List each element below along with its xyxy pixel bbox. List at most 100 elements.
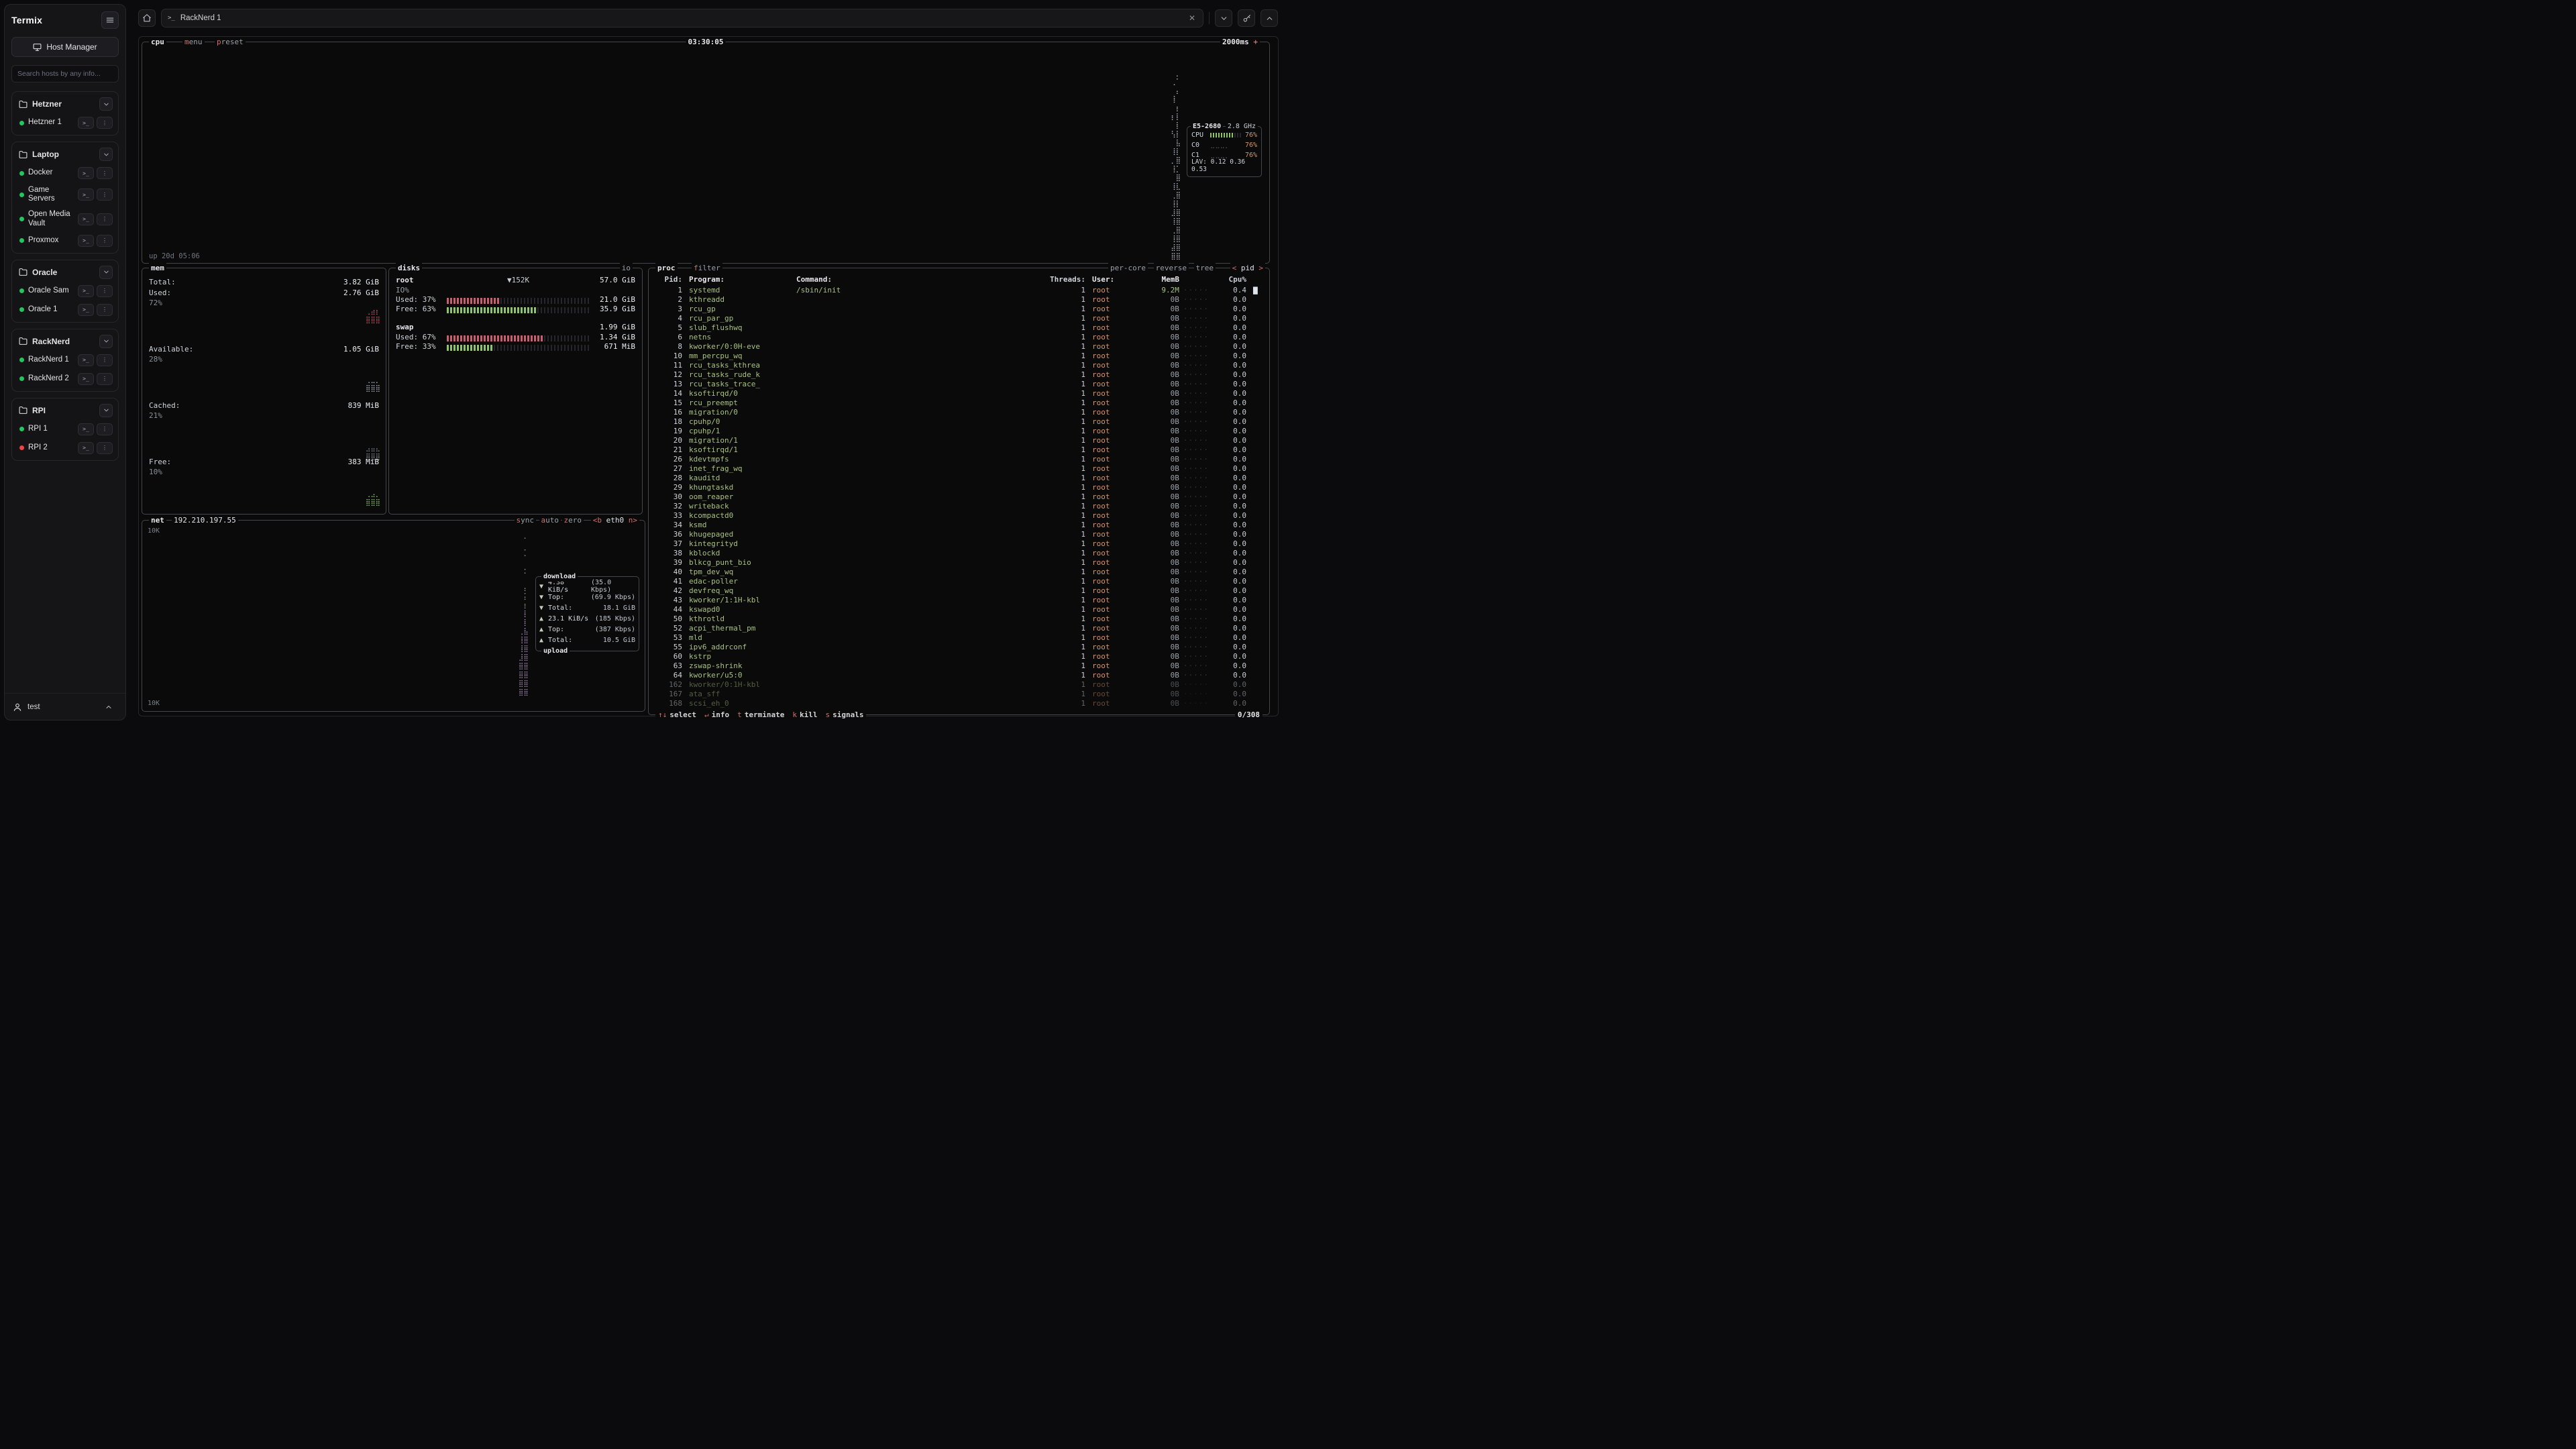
host-item[interactable]: RPI 2 >_ ⋮	[15, 439, 115, 458]
host-menu-button[interactable]: ⋮	[97, 235, 113, 247]
group-collapse-button[interactable]	[99, 148, 113, 161]
host-group-header[interactable]: RPI	[15, 401, 115, 420]
proc-row[interactable]: 168 scsi_eh_0 1 root 0B 0.0	[649, 699, 1269, 708]
net-interface-switcher[interactable]: <b eth0 n>	[591, 515, 639, 525]
proc-row[interactable]: 16 migration/0 1 root 0B 0.0	[649, 408, 1269, 417]
proc-row[interactable]: 42 devfreq_wq 1 root 0B 0.0	[649, 586, 1269, 596]
proc-row[interactable]: 14 ksoftirqd/0 1 root 0B 0.0	[649, 389, 1269, 398]
proc-row[interactable]: 2 kthreadd 1 root 0B 0.0	[649, 295, 1269, 305]
host-terminal-button[interactable]: >_	[78, 442, 94, 454]
proc-row[interactable]: 15 rcu_preempt 1 root 0B 0.0	[649, 398, 1269, 408]
proc-row[interactable]: 53 mld 1 root 0B 0.0	[649, 633, 1269, 643]
proc-row[interactable]: 30 oom_reaper 1 root 0B 0.0	[649, 492, 1269, 502]
host-item[interactable]: RackNerd 2 >_ ⋮	[15, 370, 115, 388]
proc-row[interactable]: 39 blkcg_punt_bio 1 root 0B 0.0	[649, 558, 1269, 568]
proc-row[interactable]: 33 kcompactd0 1 root 0B 0.0	[649, 511, 1269, 521]
tab-close-button[interactable]: ✕	[1187, 13, 1197, 23]
proc-row[interactable]: 50 kthrotld 1 root 0B 0.0	[649, 614, 1269, 624]
host-terminal-button[interactable]: >_	[78, 167, 94, 179]
proc-footer-action[interactable]: k kill	[792, 710, 817, 720]
proc-row[interactable]: 21 ksoftirqd/1 1 root 0B 0.0	[649, 445, 1269, 455]
host-item[interactable]: Oracle Sam >_ ⋮	[15, 282, 115, 301]
proc-row[interactable]: 43 kworker/1:1H-kbl 1 root 0B 0.0	[649, 596, 1269, 605]
host-menu-button[interactable]: ⋮	[97, 354, 113, 366]
proc-row[interactable]: 52 acpi_thermal_pm 1 root 0B 0.0	[649, 624, 1269, 633]
host-item[interactable]: Docker >_ ⋮	[15, 164, 115, 182]
disks-io-toggle[interactable]: io	[620, 263, 633, 273]
proc-percore-toggle[interactable]: per-core	[1108, 263, 1148, 273]
group-collapse-button[interactable]	[99, 335, 113, 348]
proc-footer-action[interactable]: t terminate	[737, 710, 784, 720]
host-menu-button[interactable]: ⋮	[97, 213, 113, 225]
proc-row[interactable]: 41 edac-poller 1 root 0B 0.0	[649, 577, 1269, 586]
proc-sort-selector[interactable]: < pid >	[1230, 263, 1265, 273]
host-terminal-button[interactable]: >_	[78, 117, 94, 129]
host-menu-button[interactable]: ⋮	[97, 285, 113, 297]
home-button[interactable]	[138, 9, 156, 27]
collapse-button[interactable]	[1260, 9, 1278, 27]
host-terminal-button[interactable]: >_	[78, 304, 94, 316]
user-menu-button[interactable]	[100, 698, 117, 716]
host-menu-button[interactable]: ⋮	[97, 442, 113, 454]
proc-row[interactable]: 27 inet_frag_wq 1 root 0B 0.0	[649, 464, 1269, 474]
proc-filter-button[interactable]: filter	[692, 263, 722, 273]
host-terminal-button[interactable]: >_	[78, 373, 94, 385]
proc-row[interactable]: 34 ksmd 1 root 0B 0.0	[649, 521, 1269, 530]
host-item[interactable]: RPI 1 >_ ⋮	[15, 420, 115, 439]
terminal-tab[interactable]: >_ RackNerd 1 ✕	[161, 9, 1203, 28]
proc-row[interactable]: 4 rcu_par_gp 1 root 0B 0.0	[649, 314, 1269, 323]
proc-row[interactable]: 18 cpuhp/0 1 root 0B 0.0	[649, 417, 1269, 427]
group-collapse-button[interactable]	[99, 404, 113, 417]
host-terminal-button[interactable]: >_	[78, 354, 94, 366]
proc-row[interactable]: 28 kauditd 1 root 0B 0.0	[649, 474, 1269, 483]
host-group-header[interactable]: Hetzner	[15, 95, 115, 113]
host-menu-button[interactable]: ⋮	[97, 304, 113, 316]
host-item[interactable]: Open Media Vault >_ ⋮	[15, 207, 115, 231]
host-terminal-button[interactable]: >_	[78, 285, 94, 297]
proc-row[interactable]: 29 khungtaskd 1 root 0B 0.0	[649, 483, 1269, 492]
panel-dropdown-button[interactable]	[1215, 9, 1232, 27]
sidebar-footer[interactable]: test	[5, 693, 125, 720]
menu-button[interactable]: menu	[182, 37, 205, 47]
proc-row[interactable]: 162 kworker/0:1H-kbl 1 root 0B 0.0	[649, 680, 1269, 690]
sidebar-menu-button[interactable]	[101, 11, 119, 29]
proc-row[interactable]: 37 kintegrityd 1 root 0B 0.0	[649, 539, 1269, 549]
host-item[interactable]: RackNerd 1 >_ ⋮	[15, 351, 115, 370]
proc-row[interactable]: 10 mm_percpu_wq 1 root 0B 0.0	[649, 352, 1269, 361]
host-menu-button[interactable]: ⋮	[97, 117, 113, 129]
net-zero-toggle[interactable]: zero	[562, 515, 584, 525]
host-group-header[interactable]: Laptop	[15, 145, 115, 164]
proc-row[interactable]: 6 netns 1 root 0B 0.0	[649, 333, 1269, 342]
proc-row[interactable]: 20 migration/1 1 root 0B 0.0	[649, 436, 1269, 445]
proc-row[interactable]: 64 kworker/u5:0 1 root 0B 0.0	[649, 671, 1269, 680]
proc-tree-toggle[interactable]: tree	[1194, 263, 1216, 273]
proc-row[interactable]: 13 rcu_tasks_trace_ 1 root 0B 0.0	[649, 380, 1269, 389]
proc-row[interactable]: 44 kswapd0 1 root 0B 0.0	[649, 605, 1269, 614]
proc-row[interactable]: 63 zswap-shrink 1 root 0B 0.0	[649, 661, 1269, 671]
proc-row[interactable]: 3 rcu_gp 1 root 0B 0.0	[649, 305, 1269, 314]
update-interval[interactable]: 2000ms +	[1220, 37, 1260, 47]
host-item[interactable]: Proxmox >_ ⋮	[15, 231, 115, 250]
group-collapse-button[interactable]	[99, 266, 113, 279]
host-group-header[interactable]: Oracle	[15, 263, 115, 282]
proc-reverse-toggle[interactable]: reverse	[1154, 263, 1189, 273]
terminal-screen[interactable]: cpu menu preset 03:30:05 2000ms + ⠀⠀⡀ ⠀⢀…	[138, 36, 1279, 716]
host-item[interactable]: Oracle 1 >_ ⋮	[15, 301, 115, 319]
host-group-header[interactable]: RackNerd	[15, 332, 115, 351]
net-sync-toggle[interactable]: sync	[515, 515, 537, 525]
host-item[interactable]: Hetzner 1 >_ ⋮	[15, 113, 115, 132]
host-terminal-button[interactable]: >_	[78, 213, 94, 225]
host-terminal-button[interactable]: >_	[78, 423, 94, 435]
proc-row[interactable]: 12 rcu_tasks_rude_k 1 root 0B 0.0	[649, 370, 1269, 380]
proc-row[interactable]: 26 kdevtmpfs 1 root 0B 0.0	[649, 455, 1269, 464]
proc-footer-action[interactable]: s signals	[825, 710, 863, 720]
net-auto-toggle[interactable]: auto	[539, 515, 561, 525]
ssh-keys-button[interactable]	[1238, 9, 1255, 27]
proc-row[interactable]: 167 ata_sff 1 root 0B 0.0	[649, 690, 1269, 699]
search-input[interactable]	[11, 65, 119, 83]
proc-row[interactable]: 38 kblockd 1 root 0B 0.0	[649, 549, 1269, 558]
proc-row[interactable]: 40 tpm_dev_wq 1 root 0B 0.0	[649, 568, 1269, 577]
host-manager-button[interactable]: Host Manager	[11, 37, 119, 57]
host-menu-button[interactable]: ⋮	[97, 189, 113, 201]
proc-row[interactable]: 60 kstrp 1 root 0B 0.0	[649, 652, 1269, 661]
